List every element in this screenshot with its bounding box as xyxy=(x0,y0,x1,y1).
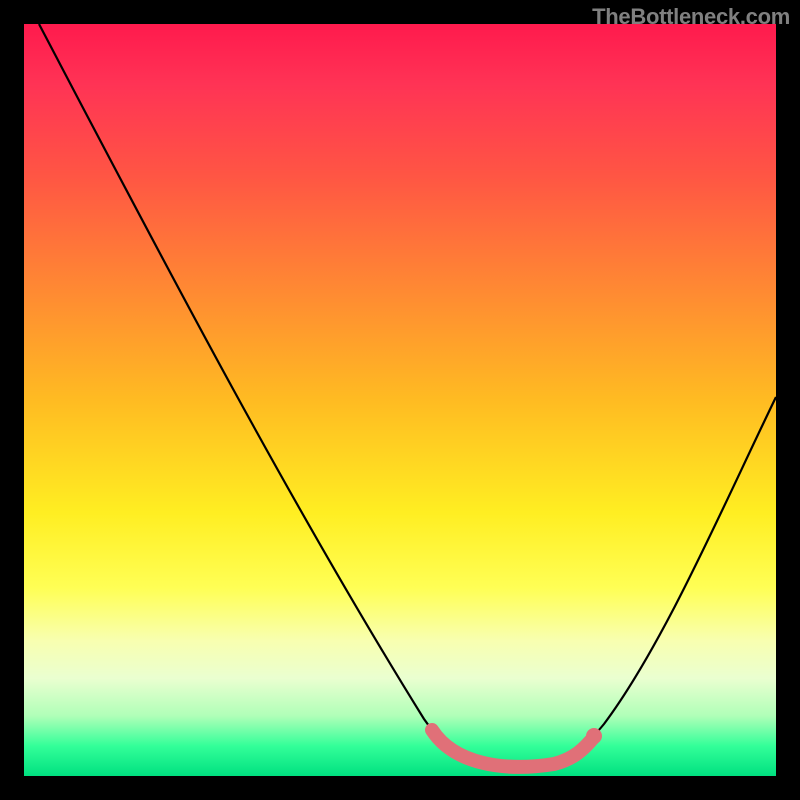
chart-container: TheBottleneck.com xyxy=(0,0,800,800)
highlight-segment xyxy=(432,730,594,767)
highlight-end-marker xyxy=(586,728,602,744)
watermark-text: TheBottleneck.com xyxy=(592,4,790,30)
bottleneck-curve-path xyxy=(39,24,776,766)
curve-svg xyxy=(24,24,776,776)
plot-area xyxy=(24,24,776,776)
